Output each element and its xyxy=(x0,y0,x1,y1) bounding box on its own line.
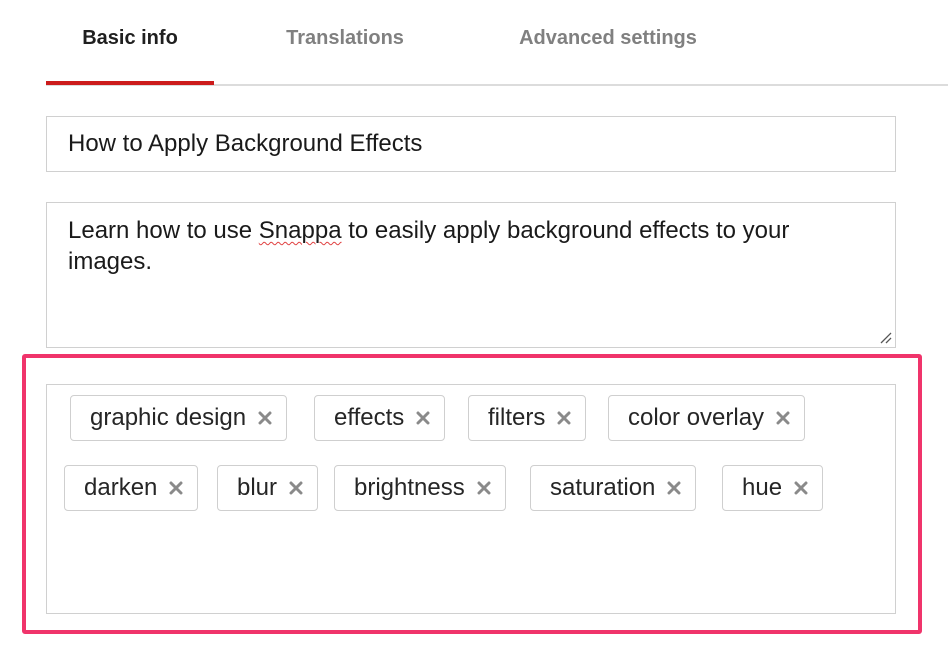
close-icon[interactable] xyxy=(665,479,683,497)
close-icon[interactable] xyxy=(555,409,573,427)
close-icon[interactable] xyxy=(414,409,432,427)
tag-label: saturation xyxy=(550,474,656,501)
tags-input[interactable]: graphic design effects filters color ove… xyxy=(46,384,896,614)
tag-label: blur xyxy=(237,474,278,501)
tag-chip: effects xyxy=(314,395,446,441)
close-icon[interactable] xyxy=(774,409,792,427)
tag-chip: hue xyxy=(722,465,824,511)
tag-chip: filters xyxy=(468,395,587,441)
description-text: Learn how to use Snappa to easily apply … xyxy=(68,217,790,275)
tag-label: brightness xyxy=(354,474,465,501)
tag-chip: saturation xyxy=(530,465,697,511)
tag-label: filters xyxy=(488,404,546,431)
tag-label: color overlay xyxy=(628,404,765,431)
tag-chip: darken xyxy=(64,465,199,511)
misspelled-word: Snappa xyxy=(258,217,342,244)
video-details-page: Basic info Translations Advanced setting… xyxy=(0,0,948,646)
close-icon[interactable] xyxy=(167,479,185,497)
tag-chip: brightness xyxy=(334,465,506,511)
close-icon[interactable] xyxy=(287,479,305,497)
tag-chip: color overlay xyxy=(608,395,806,441)
tab-basic-info[interactable]: Basic info xyxy=(46,0,214,85)
close-icon[interactable] xyxy=(256,409,274,427)
close-icon[interactable] xyxy=(792,479,810,497)
tag-chip: blur xyxy=(217,465,319,511)
tab-bar: Basic info Translations Advanced setting… xyxy=(46,0,948,86)
tag-label: effects xyxy=(334,404,405,431)
tab-translations[interactable]: Translations xyxy=(246,0,444,84)
resize-grip-icon[interactable] xyxy=(880,332,892,344)
description-textarea[interactable]: Learn how to use Snappa to easily apply … xyxy=(46,202,896,348)
tag-label: graphic design xyxy=(90,404,247,431)
tag-chip: graphic design xyxy=(70,395,288,441)
tag-label: darken xyxy=(84,474,158,501)
title-input[interactable] xyxy=(46,116,896,172)
tag-label: hue xyxy=(742,474,783,501)
tab-advanced-settings[interactable]: Advanced settings xyxy=(486,0,730,84)
close-icon[interactable] xyxy=(475,479,493,497)
